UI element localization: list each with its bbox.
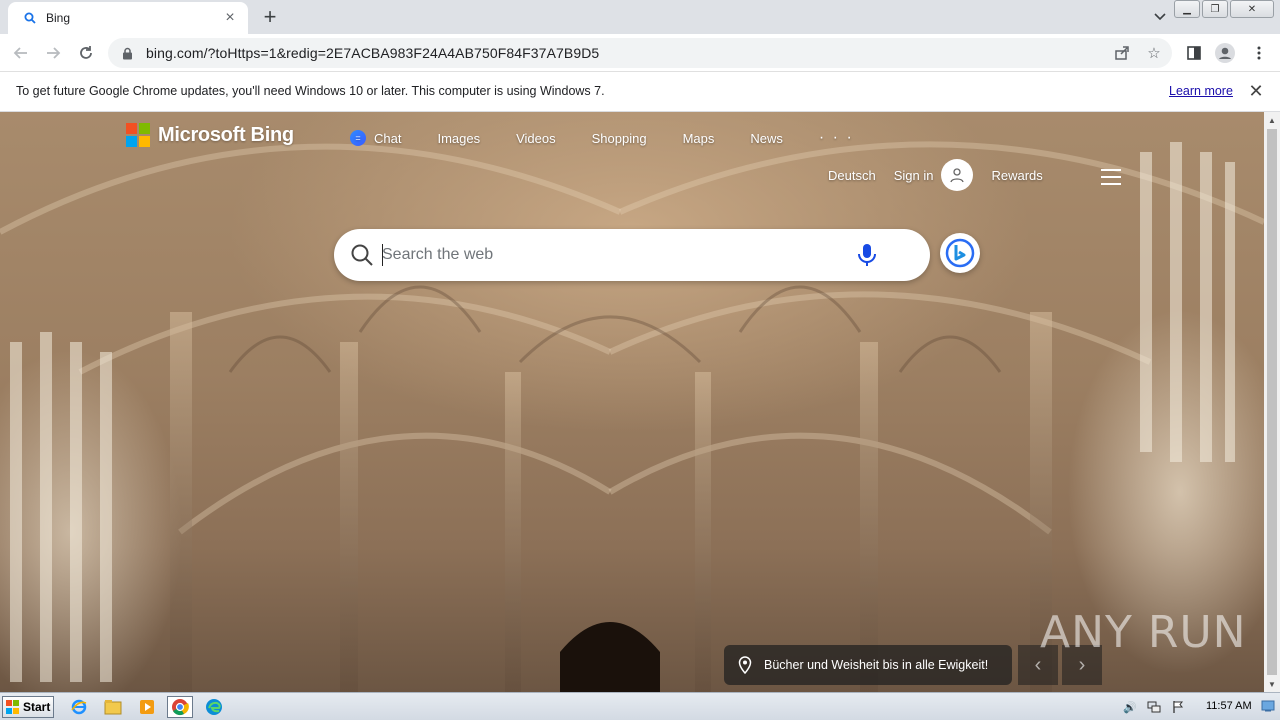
language-link[interactable]: Deutsch bbox=[828, 168, 876, 183]
start-button[interactable]: Start bbox=[2, 696, 54, 718]
system-tray: 🔊 bbox=[1120, 696, 1192, 718]
tab-bing[interactable]: Bing × bbox=[8, 2, 248, 34]
bing-logo[interactable]: Microsoft Bing bbox=[126, 123, 294, 147]
copilot-chat-button[interactable] bbox=[940, 233, 980, 273]
new-tab-button[interactable]: + bbox=[258, 5, 282, 29]
url-text[interactable]: bing.com/?toHttps=1&redig=2E7ACBA983F24A… bbox=[146, 45, 599, 61]
chevron-down-icon[interactable] bbox=[1150, 7, 1170, 27]
menu-kebab-icon[interactable] bbox=[1248, 42, 1270, 64]
reload-button[interactable] bbox=[74, 41, 98, 65]
nav-chat[interactable]: = Chat bbox=[350, 130, 401, 146]
tab-strip: Bing × + ▁ ❐ ✕ bbox=[0, 0, 1280, 34]
windows-flag-icon bbox=[6, 700, 20, 714]
taskbar-clock[interactable]: 11:57 AM bbox=[1206, 700, 1252, 712]
minimize-button[interactable]: ▁ bbox=[1174, 0, 1200, 18]
window-close-button[interactable]: ✕ bbox=[1230, 0, 1274, 18]
watermark-text: ANY RUN bbox=[1040, 607, 1247, 658]
microphone-icon[interactable] bbox=[855, 242, 879, 268]
chrome-taskbar-icon[interactable] bbox=[167, 696, 193, 718]
background-image bbox=[0, 141, 1264, 692]
location-pin-icon bbox=[738, 656, 752, 674]
caption-text: Bücher und Weisheit bis in alle Ewigkeit… bbox=[764, 658, 989, 672]
address-bar[interactable]: bing.com/?toHttps=1&redig=2E7ACBA983F24A… bbox=[108, 38, 1172, 68]
nav-maps[interactable]: Maps bbox=[683, 131, 715, 146]
search-box[interactable] bbox=[334, 229, 930, 281]
show-desktop-icon[interactable] bbox=[1260, 697, 1276, 715]
browser-toolbar: bing.com/?toHttps=1&redig=2E7ACBA983F24A… bbox=[0, 34, 1280, 72]
bing-homepage: Microsoft Bing = Chat Images Videos Shop… bbox=[0, 112, 1264, 692]
logo-text: Microsoft Bing bbox=[158, 123, 294, 146]
internet-explorer-icon[interactable] bbox=[66, 696, 92, 718]
account-area: Deutsch Sign in Rewards bbox=[828, 159, 1043, 191]
share-icon[interactable] bbox=[1112, 43, 1132, 63]
close-icon[interactable]: × bbox=[222, 10, 238, 26]
scroll-up-arrow[interactable]: ▲ bbox=[1264, 112, 1280, 128]
bookmark-star-icon[interactable]: ☆ bbox=[1144, 43, 1164, 63]
tab-title: Bing bbox=[46, 11, 71, 25]
search-icon bbox=[351, 244, 373, 266]
image-caption[interactable]: Bücher und Weisheit bis in alle Ewigkeit… bbox=[724, 645, 1012, 685]
nav-images[interactable]: Images bbox=[437, 131, 480, 146]
scroll-thumb[interactable] bbox=[1267, 129, 1277, 675]
volume-icon[interactable]: 🔊 bbox=[1120, 699, 1140, 715]
edge-icon[interactable] bbox=[201, 696, 227, 718]
nav-chat-label: Chat bbox=[374, 130, 402, 146]
windows-taskbar: Start 🔊 11:57 AM bbox=[0, 692, 1280, 720]
hamburger-menu-icon[interactable] bbox=[1101, 169, 1121, 185]
side-panel-icon[interactable] bbox=[1183, 42, 1205, 64]
start-label: Start bbox=[23, 700, 51, 714]
learn-more-link[interactable]: Learn more bbox=[1169, 84, 1233, 98]
back-button[interactable] bbox=[9, 41, 33, 65]
nav-shopping[interactable]: Shopping bbox=[592, 131, 647, 146]
bing-nav: = Chat Images Videos Shopping Maps News … bbox=[350, 129, 854, 147]
restore-button[interactable]: ❐ bbox=[1202, 0, 1228, 18]
microsoft-logo-icon bbox=[126, 123, 150, 147]
close-icon[interactable]: ✕ bbox=[1247, 81, 1265, 101]
lock-icon[interactable] bbox=[120, 46, 134, 60]
update-infobar: To get future Google Chrome updates, you… bbox=[0, 72, 1280, 112]
network-icon[interactable] bbox=[1144, 699, 1164, 715]
window-controls: ▁ ❐ ✕ bbox=[1172, 0, 1274, 18]
infobar-message: To get future Google Chrome updates, you… bbox=[16, 84, 605, 98]
rewards-link[interactable]: Rewards bbox=[991, 168, 1042, 183]
media-player-icon[interactable] bbox=[134, 696, 160, 718]
file-explorer-icon[interactable] bbox=[100, 696, 126, 718]
action-center-flag-icon[interactable] bbox=[1168, 699, 1188, 715]
search-icon bbox=[22, 10, 38, 26]
user-avatar-icon[interactable] bbox=[941, 159, 974, 191]
nav-videos[interactable]: Videos bbox=[516, 131, 556, 146]
forward-button[interactable] bbox=[41, 41, 65, 65]
scroll-down-arrow[interactable]: ▼ bbox=[1264, 676, 1280, 692]
anyrun-watermark: ANY RUN bbox=[1040, 607, 1247, 658]
search-input[interactable] bbox=[382, 242, 832, 268]
profile-icon[interactable] bbox=[1214, 42, 1236, 64]
nav-news[interactable]: News bbox=[750, 131, 783, 146]
vertical-scrollbar[interactable]: ▲ ▼ bbox=[1264, 112, 1280, 692]
chat-icon: = bbox=[350, 130, 366, 146]
nav-more-button[interactable]: · · · bbox=[819, 129, 854, 147]
text-caret bbox=[382, 244, 383, 266]
sign-in-link[interactable]: Sign in bbox=[894, 168, 934, 183]
bing-chat-icon bbox=[945, 238, 975, 268]
